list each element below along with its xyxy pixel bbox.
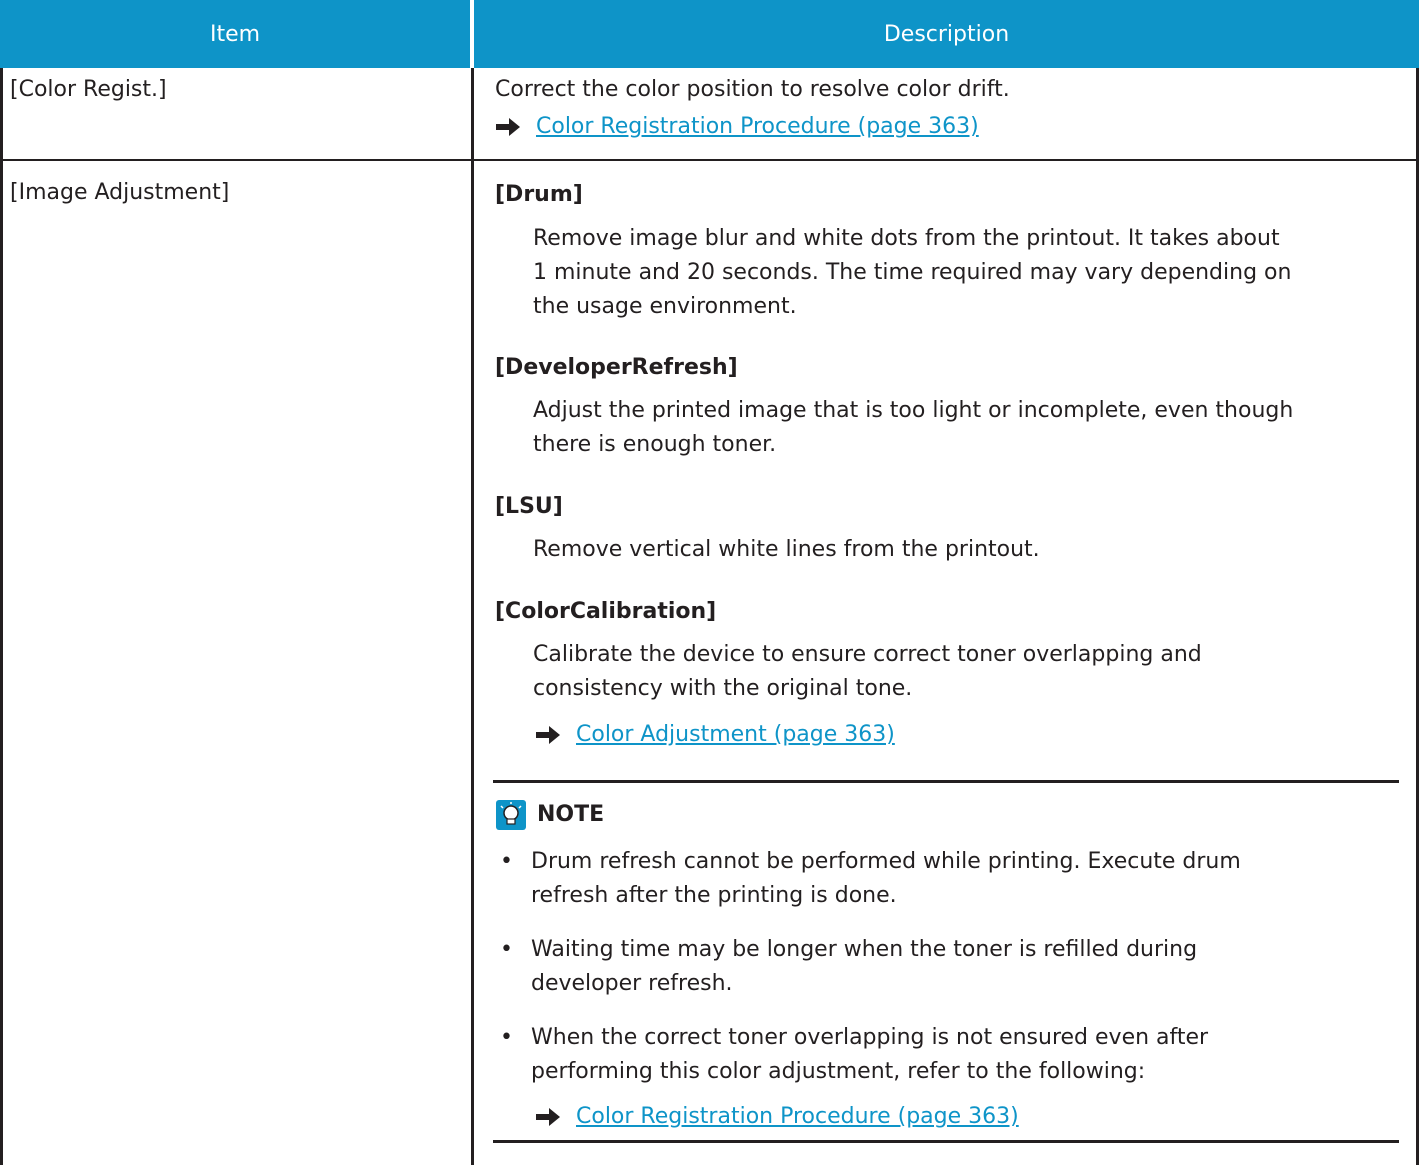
note-bottom-rule — [493, 1140, 1399, 1143]
link-color-adjustment[interactable]: Color Adjustment (page 363) — [576, 718, 895, 752]
lightbulb-note-icon — [496, 800, 526, 830]
drum-text-line: 1 minute and 20 seconds. The time requir… — [533, 260, 1292, 285]
bullet-marker: • — [500, 937, 513, 962]
header-item: Item — [0, 0, 470, 68]
note-bullet-line: When the correct toner overlapping is no… — [531, 1025, 1209, 1050]
row-description: Correct the color position to resolve co… — [495, 77, 1010, 102]
table-left-border — [0, 68, 3, 1165]
section-title-color-calibration: [ColorCalibration] — [495, 599, 717, 624]
right-arrow-icon — [536, 1108, 560, 1126]
section-title-developer-refresh: [DeveloperRefresh] — [495, 355, 738, 380]
developer-refresh-text-line: Adjust the printed image that is too lig… — [533, 398, 1294, 423]
note-bullet-line: refresh after the printing is done. — [531, 883, 897, 908]
row-item-image-adjustment: [Image Adjustment] — [10, 180, 230, 205]
settings-table: Item Description [Color Regist.] Correct… — [0, 0, 1419, 1165]
section-title-drum: [Drum] — [495, 182, 583, 207]
note-bullet-line: performing this color adjustment, refer … — [531, 1059, 1146, 1084]
row-divider — [0, 159, 1419, 161]
developer-refresh-text-line: there is enough toner. — [533, 432, 777, 457]
note-title: NOTE — [537, 802, 605, 827]
color-calibration-text-line: Calibrate the device to ensure correct t… — [533, 642, 1202, 667]
link-color-registration-procedure[interactable]: Color Registration Procedure (page 363) — [536, 110, 979, 144]
note-bullet-line: Drum refresh cannot be performed while p… — [531, 849, 1241, 874]
note-top-rule — [493, 780, 1399, 783]
bullet-marker: • — [500, 1025, 513, 1050]
right-arrow-icon — [536, 726, 560, 744]
bullet-marker: • — [500, 849, 513, 874]
section-title-lsu: [LSU] — [495, 494, 563, 519]
right-arrow-icon — [496, 118, 520, 136]
link-color-registration-procedure[interactable]: Color Registration Procedure (page 363) — [576, 1100, 1019, 1134]
color-calibration-text-line: consistency with the original tone. — [533, 676, 913, 701]
row-item-color-regist: [Color Regist.] — [10, 77, 167, 102]
note-bullet-line: developer refresh. — [531, 971, 733, 996]
header-description: Description — [474, 0, 1419, 68]
drum-text-line: the usage environment. — [533, 294, 797, 319]
note-bullet-line: Waiting time may be longer when the tone… — [531, 937, 1198, 962]
lsu-text-line: Remove vertical white lines from the pri… — [533, 537, 1040, 562]
drum-text-line: Remove image blur and white dots from th… — [533, 226, 1280, 251]
table-column-divider — [471, 68, 474, 1165]
